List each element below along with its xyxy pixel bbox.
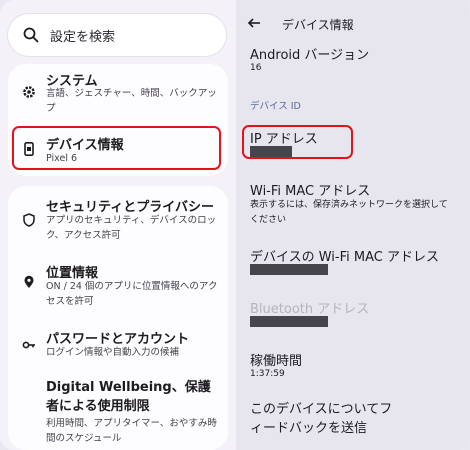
device-wifi-mac-label: デバイスの Wi-Fi MAC アドレス bbox=[250, 250, 439, 265]
bluetooth-address-redacted bbox=[250, 316, 328, 327]
settings-list-pane: 設定を検索 システム 言語、ジェスチャー、時間、バックアップ デバイス情報 Pi… bbox=[0, 0, 236, 450]
location-pin-icon bbox=[22, 274, 36, 288]
settings-item-location[interactable]: 位置情報 ON / 24 個のアプリに位置情報へのアクセスを許可 bbox=[8, 254, 228, 310]
device-id-section-header: デバイス ID bbox=[250, 101, 301, 112]
android-version-value: 16 bbox=[250, 63, 262, 73]
top-app-bar: デバイス情報 bbox=[236, 0, 470, 44]
settings-item-wellbeing[interactable]: Digital Wellbeing、保護者による使用制限 利用時間、アプリタイマ… bbox=[8, 374, 228, 446]
highlight-ip-address bbox=[242, 125, 353, 159]
page-title: デバイス情報 bbox=[282, 18, 354, 32]
bluetooth-address-label: Bluetooth アドレス bbox=[250, 302, 370, 317]
settings-item-security[interactable]: セキュリティとプライバシー アプリのセキュリティ、デバイスのロック、アクセス許可 bbox=[8, 192, 228, 248]
wifi-mac-subtitle: 表示するには、保存済みネットワークを選択してください bbox=[250, 200, 448, 225]
shield-icon bbox=[22, 212, 36, 227]
device-info-pane: デバイス情報 Android バージョン 16 デバイス ID IP アドレス … bbox=[236, 0, 470, 450]
send-feedback-item[interactable]: このデバイスについてフィードバックを送信 bbox=[250, 400, 400, 438]
settings-item-passwords[interactable]: パスワードとアカウント ログイン情報や自動入力の候補 bbox=[8, 318, 228, 364]
passwords-subtitle: ログイン情報や自動入力の候補 bbox=[46, 347, 180, 358]
device-wifi-mac-redacted bbox=[250, 264, 328, 275]
settings-card-2: セキュリティとプライバシー アプリのセキュリティ、デバイスのロック、アクセス許可… bbox=[8, 186, 228, 450]
search-bar[interactable]: 設定を検索 bbox=[8, 14, 226, 56]
uptime-value: 1:37:59 bbox=[250, 369, 285, 379]
key-icon bbox=[22, 337, 36, 351]
system-subtitle: 言語、ジェスチャー、時間、バックアップ bbox=[46, 88, 217, 114]
security-subtitle: アプリのセキュリティ、デバイスのロック、アクセス許可 bbox=[46, 215, 217, 241]
screen: 設定を検索 システム 言語、ジェスチャー、時間、バックアップ デバイス情報 Pi… bbox=[0, 0, 470, 450]
wifi-mac-label: Wi-Fi MAC アドレス bbox=[250, 184, 371, 199]
highlight-device-info bbox=[12, 126, 221, 170]
settings-item-system[interactable]: システム 言語、ジェスチャー、時間、バックアップ bbox=[8, 64, 228, 120]
wellbeing-title: Digital Wellbeing、保護者による使用制限 bbox=[46, 380, 211, 414]
search-icon bbox=[22, 26, 40, 44]
back-arrow-icon[interactable] bbox=[246, 14, 264, 32]
gear-icon bbox=[22, 84, 36, 98]
search-placeholder: 設定を検索 bbox=[50, 29, 116, 45]
location-subtitle: ON / 24 個のアプリに位置情報へのアクセスを許可 bbox=[46, 281, 218, 307]
wellbeing-subtitle: 利用時間、アプリタイマー、おやすみ時間のスケジュール bbox=[46, 418, 217, 444]
